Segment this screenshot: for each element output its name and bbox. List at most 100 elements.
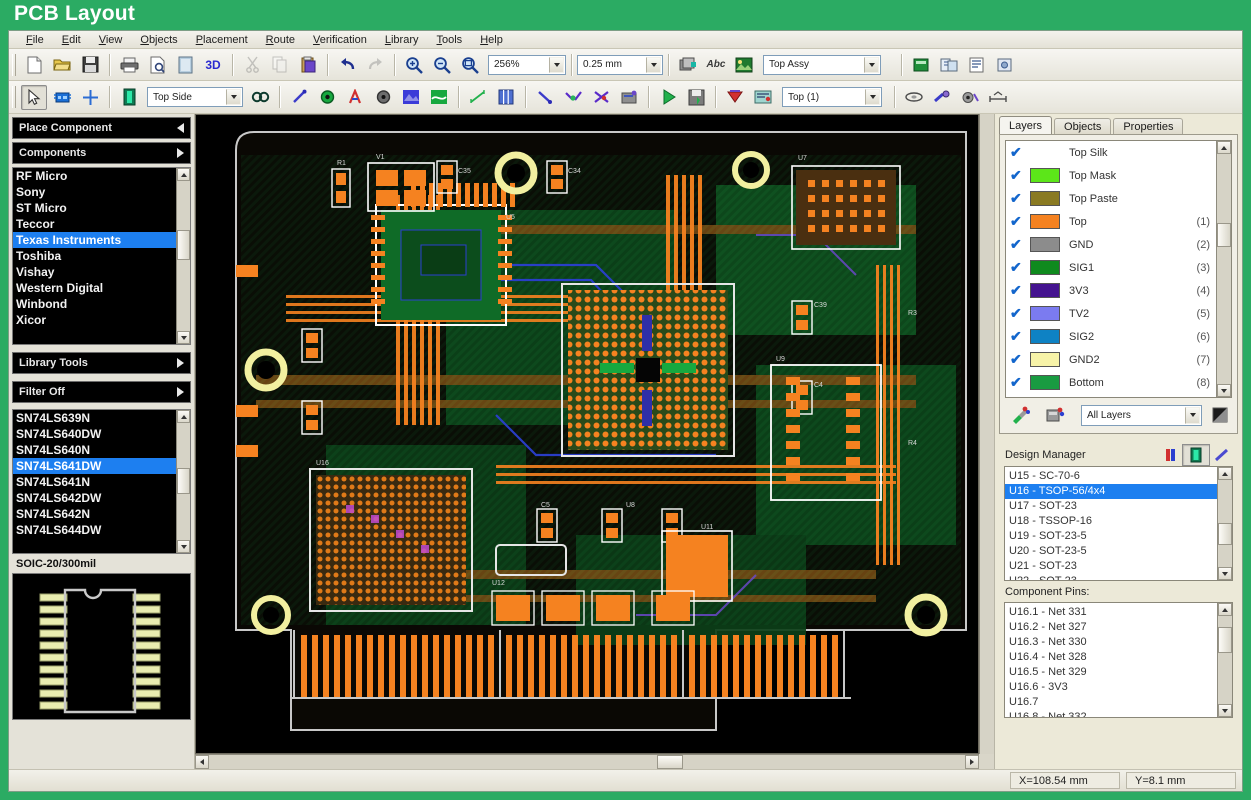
toolbar-grip[interactable] bbox=[12, 54, 16, 76]
manufacturer-item[interactable]: Sony bbox=[13, 184, 176, 200]
layer-color-swatch[interactable] bbox=[1030, 168, 1060, 183]
layer-color-swatch[interactable] bbox=[1030, 329, 1060, 344]
layer-row[interactable]: ✔Top Mask bbox=[1006, 164, 1216, 187]
rip-up-icon[interactable] bbox=[588, 85, 614, 110]
toolbar-grip[interactable] bbox=[12, 86, 16, 108]
bom-report-icon[interactable] bbox=[964, 52, 990, 77]
drc-check-icon[interactable] bbox=[722, 85, 748, 110]
component-pin-item[interactable]: U16.8 - Net 332 bbox=[1005, 710, 1217, 717]
layer-visibility-checkmark-icon[interactable]: ✔ bbox=[1010, 328, 1030, 345]
filter-bar[interactable]: Filter Off bbox=[12, 381, 191, 403]
components-section-bar[interactable]: Components bbox=[12, 142, 191, 164]
part-item[interactable]: SN74LS639N bbox=[13, 410, 176, 426]
settings-gear-icon[interactable] bbox=[992, 52, 1018, 77]
new-file-icon[interactable] bbox=[21, 52, 47, 77]
manufacturer-item[interactable]: Texas Instruments bbox=[13, 232, 176, 248]
menu-item-help[interactable]: Help bbox=[471, 32, 512, 48]
zoom-window-icon[interactable] bbox=[457, 52, 483, 77]
scrollbar-thumb[interactable] bbox=[1218, 627, 1232, 653]
open-file-icon[interactable] bbox=[49, 52, 75, 77]
chevron-down-icon[interactable] bbox=[865, 89, 880, 105]
manufacturer-item[interactable]: Vishay bbox=[13, 264, 176, 280]
design-manager-item[interactable]: U21 - SOT-23 bbox=[1005, 559, 1217, 574]
scroll-up-icon[interactable] bbox=[177, 410, 190, 423]
zoom-in-icon[interactable] bbox=[401, 52, 427, 77]
part-item[interactable]: SN74LS641N bbox=[13, 474, 176, 490]
design-manager-item[interactable]: U15 - SC-70-6 bbox=[1005, 469, 1217, 484]
component-pin-item[interactable]: U16.2 - Net 327 bbox=[1005, 620, 1217, 635]
scrollbar-thumb[interactable] bbox=[980, 114, 994, 142]
part-item[interactable]: SN74LS640DW bbox=[13, 426, 176, 442]
menu-item-route[interactable]: Route bbox=[257, 32, 304, 48]
part-item[interactable]: SN74LS640N bbox=[13, 442, 176, 458]
part-item[interactable]: SN74LS642N bbox=[13, 506, 176, 522]
pcb-layout-canvas[interactable]: R1V1 C35C34 U5U7 C39C4 C5U8 U16U9 U11U12… bbox=[195, 114, 979, 754]
expand-right-icon[interactable] bbox=[177, 358, 184, 368]
part-item[interactable]: SN74LS644DW bbox=[13, 522, 176, 538]
layer-color-swatch[interactable] bbox=[1030, 237, 1060, 252]
layer-row[interactable]: ✔SIG2(6) bbox=[1006, 325, 1216, 348]
3d-view-icon[interactable]: 3D bbox=[200, 52, 226, 77]
layer-visibility-checkmark-icon[interactable]: ✔ bbox=[1010, 213, 1030, 230]
expand-right-icon[interactable] bbox=[177, 148, 184, 158]
design-manager-item[interactable]: U20 - SOT-23-5 bbox=[1005, 544, 1217, 559]
chevron-down-icon[interactable] bbox=[646, 57, 661, 73]
report-icon[interactable] bbox=[750, 85, 776, 110]
manufacturer-list[interactable]: RF MicroSonyST MicroTeccorTexas Instrume… bbox=[12, 167, 191, 345]
layer-list-scrollbar[interactable] bbox=[1216, 141, 1231, 397]
layer-color-swatch[interactable] bbox=[1030, 306, 1060, 321]
layer-visibility-checkmark-icon[interactable]: ✔ bbox=[1010, 259, 1030, 276]
zoom-out-icon[interactable] bbox=[429, 52, 455, 77]
layer-row[interactable]: ✔SIG1(3) bbox=[1006, 256, 1216, 279]
layer-visibility-checkmark-icon[interactable]: ✔ bbox=[1010, 236, 1030, 253]
manufacturer-item[interactable]: ST Micro bbox=[13, 200, 176, 216]
parts-list-scrollbar[interactable] bbox=[176, 410, 190, 553]
scrollbar-thumb[interactable] bbox=[1218, 523, 1232, 545]
design-manager-item[interactable]: U18 - TSSOP-16 bbox=[1005, 514, 1217, 529]
zoom-level-combo[interactable]: 256% bbox=[488, 55, 566, 75]
canvas-horizontal-scrollbar[interactable] bbox=[195, 754, 979, 769]
autoroute-icon[interactable] bbox=[616, 85, 642, 110]
layer-color-swatch[interactable] bbox=[1030, 145, 1060, 160]
layers-view-icon[interactable] bbox=[1182, 444, 1210, 466]
menu-item-file[interactable]: File bbox=[17, 32, 53, 48]
layer-visibility-checkmark-icon[interactable]: ✔ bbox=[1010, 167, 1030, 184]
scroll-down-icon[interactable] bbox=[1218, 567, 1232, 580]
scroll-up-icon[interactable] bbox=[1218, 603, 1232, 616]
manufacturer-item[interactable]: Xicor bbox=[13, 312, 176, 328]
layer-row[interactable]: ✔Top Paste bbox=[1006, 187, 1216, 210]
layer-row[interactable]: ✔Bottom Paste bbox=[1006, 394, 1216, 397]
component-pin-item[interactable]: U16.7 bbox=[1005, 695, 1217, 710]
scroll-left-icon[interactable] bbox=[195, 755, 209, 769]
route-track-icon[interactable] bbox=[532, 85, 558, 110]
design-manager-item[interactable]: U22 - SOT-23 bbox=[1005, 574, 1217, 580]
scroll-down-icon[interactable] bbox=[1218, 704, 1232, 717]
chevron-down-icon[interactable] bbox=[1185, 407, 1200, 424]
manufacturer-item[interactable]: Toshiba bbox=[13, 248, 176, 264]
board-side-combo[interactable]: Top Side bbox=[147, 87, 243, 107]
scrollbar-thumb[interactable] bbox=[177, 230, 190, 260]
design-manager-scrollbar[interactable] bbox=[1217, 467, 1232, 580]
cut-icon[interactable] bbox=[239, 52, 265, 77]
layer-visibility-checkmark-icon[interactable]: ✔ bbox=[1010, 282, 1030, 299]
chevron-down-icon[interactable] bbox=[226, 89, 241, 105]
place-pad-icon[interactable] bbox=[370, 85, 396, 110]
design-manager-item[interactable]: U17 - SOT-23 bbox=[1005, 499, 1217, 514]
component-pins-scrollbar[interactable] bbox=[1217, 603, 1232, 717]
scroll-up-icon[interactable] bbox=[1217, 141, 1231, 154]
manufacturer-list-scrollbar[interactable] bbox=[176, 168, 190, 344]
menu-item-placement[interactable]: Placement bbox=[187, 32, 257, 48]
scroll-up-icon[interactable] bbox=[1218, 467, 1232, 480]
print-icon[interactable] bbox=[116, 52, 142, 77]
expand-right-icon[interactable] bbox=[177, 387, 184, 397]
via-style-icon[interactable] bbox=[957, 85, 983, 110]
print-preview-icon[interactable] bbox=[144, 52, 170, 77]
layer-color-swatch[interactable] bbox=[1030, 191, 1060, 206]
net-list-icon[interactable] bbox=[908, 52, 934, 77]
layer-color-swatch[interactable] bbox=[1030, 283, 1060, 298]
undo-icon[interactable] bbox=[334, 52, 360, 77]
collapse-left-icon[interactable] bbox=[177, 123, 184, 133]
chevron-down-icon[interactable] bbox=[549, 57, 564, 73]
scrollbar-thumb[interactable] bbox=[1217, 223, 1231, 247]
dimension-icon[interactable] bbox=[985, 85, 1011, 110]
